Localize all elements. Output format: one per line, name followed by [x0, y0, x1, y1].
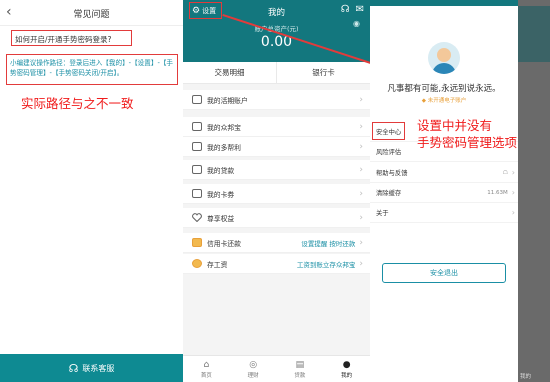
user-icon: ●: [342, 360, 351, 370]
chevron-right-icon: ›: [511, 208, 515, 217]
nav-wealth[interactable]: ◎ 理财: [230, 356, 277, 382]
faq-question[interactable]: 如何开启/开通手势密码登录?: [11, 30, 132, 46]
wallet-icon: [192, 95, 202, 104]
row-label: 存工资: [207, 260, 228, 269]
avatar[interactable]: [428, 42, 460, 74]
gift-icon: [192, 189, 202, 198]
home-icon: ⌂: [203, 360, 210, 370]
menu-row-loans[interactable]: 我的贷款 ›: [183, 160, 370, 180]
customer-service-label: 联系客服: [82, 363, 115, 373]
settings-drawer: 凡事都有可能,永远别说永远。 ◆ 未开通电子账户 安全中心 风险评估 帮助与反馈…: [370, 0, 518, 382]
faq-topbar: ‹ 常见问题: [0, 0, 183, 26]
chevron-right-icon: ›: [511, 168, 515, 177]
menu-row-coupons[interactable]: 我的卡券 ›: [183, 184, 370, 204]
chevron-right-icon: ›: [359, 212, 363, 223]
menu-row-current-account[interactable]: 我的活期账户 ›: [183, 90, 370, 110]
coin-icon: [192, 259, 202, 268]
headset-icon[interactable]: ☊: [341, 4, 350, 15]
item-label: 风险评估: [376, 149, 402, 156]
chevron-right-icon: ›: [359, 121, 363, 132]
treasure-icon: [192, 122, 202, 131]
nav-label: 首页: [200, 373, 212, 379]
chevron-right-icon: ›: [511, 188, 515, 197]
settings-panel: 我的 凡事都有可能,永远别说永远。 ◆ 未开通电子账户 安全中心 风险评估 帮助…: [370, 0, 550, 382]
row-label: 我的卡券: [207, 190, 235, 199]
menu-row-zhongbangbao[interactable]: 我的众邦宝 ›: [183, 117, 370, 137]
nav-home[interactable]: ⌂ 首页: [183, 356, 230, 382]
header-icons: ☊ ✉: [341, 4, 364, 15]
row-label: 我的众邦宝: [207, 123, 241, 132]
annotation-no-gesture-option: 设置中并没有 手势密码管理选项: [417, 118, 518, 150]
settings-item-clear-cache[interactable]: 清除缓存 11.63M ›: [370, 183, 518, 203]
settings-item-help-feedback[interactable]: 帮助与反馈 ☖ ›: [370, 163, 518, 183]
chevron-right-icon: ›: [359, 164, 363, 175]
nav-mine[interactable]: ● 我的: [323, 356, 370, 382]
customer-service-button[interactable]: ☊ 联系客服: [0, 354, 183, 382]
account-status-link[interactable]: ◆ 未开通电子账户: [370, 96, 518, 104]
menu-row-credit-card-repay[interactable]: 信用卡还款 设置提醒 按时还款 ›: [183, 233, 370, 253]
credit-card-icon: [192, 238, 202, 247]
menu-row-privileges[interactable]: 尊享权益 ›: [183, 208, 370, 228]
row-label: 我的活期账户: [207, 96, 248, 105]
faq-title: 常见问题: [73, 10, 110, 20]
settings-item-about[interactable]: 关于 ›: [370, 203, 518, 223]
chevron-right-icon: ›: [359, 258, 363, 269]
mine-panel: ⚙ 设置 我的 ☊ ✉ 账户总资产(元) ◉ 0.00 交易明细 银行卡 我的活…: [183, 0, 370, 382]
faq-answer: 小编建议操作路径：登录后进入【我的】-【设置】-【手势密码管理】-【手势密码关闭…: [6, 54, 178, 85]
account-tabs: 交易明细 银行卡: [183, 62, 370, 84]
cache-size: 11.63M: [487, 189, 508, 196]
chevron-right-icon: ›: [359, 94, 363, 105]
tab-transactions[interactable]: 交易明细: [183, 62, 276, 83]
row-extra: 设置提醒 按时还款: [301, 239, 356, 248]
chart-icon: [192, 142, 202, 151]
eye-icon[interactable]: ◉: [353, 19, 360, 28]
nav-label: 贷款: [294, 373, 306, 379]
row-extra: 工资到账立存众邦宝: [296, 260, 356, 269]
row-label: 信用卡还款: [207, 239, 241, 248]
faq-panel: ‹ 常见问题 如何开启/开通手势密码登录? 小编建议操作路径：登录后进入【我的】…: [0, 0, 183, 382]
nav-label: 理财: [247, 373, 259, 379]
row-label: 尊享权益: [207, 214, 235, 223]
nav-loans[interactable]: ▤ 贷款: [277, 356, 324, 382]
chevron-right-icon: ›: [359, 237, 363, 248]
message-icon[interactable]: ✉: [356, 4, 364, 15]
annotation-highlight-box: [372, 122, 405, 140]
wealth-icon: ◎: [249, 360, 258, 370]
loan-icon: ▤: [295, 360, 305, 370]
bottom-nav: ⌂ 首页 ◎ 理财 ▤ 贷款 ● 我的: [183, 355, 370, 382]
item-label: 关于: [376, 210, 389, 217]
dimmed-background[interactable]: 我的: [518, 0, 550, 382]
item-label: 帮助与反馈: [376, 170, 408, 177]
nav-label: 我的: [341, 373, 353, 379]
logout-button[interactable]: 安全退出: [382, 263, 506, 283]
service-icon: ☖: [502, 169, 508, 176]
tab-bank-cards[interactable]: 银行卡: [276, 62, 370, 83]
menu-row-deposit-salary[interactable]: 存工资 工资到账立存众邦宝 ›: [183, 254, 370, 274]
document-icon: [192, 165, 202, 174]
row-label: 我的多帮利: [207, 143, 241, 152]
item-label: 清除缓存: [376, 190, 402, 197]
asset-value: 0.00: [260, 34, 293, 50]
annotation-path-mismatch: 实际路径与之不一致: [21, 96, 134, 111]
headset-icon: ☊: [68, 361, 79, 375]
chevron-right-icon: ›: [359, 141, 363, 152]
user-motto: 凡事都有可能,永远别说永远。: [387, 84, 501, 94]
dimmed-nav-label: 我的: [520, 374, 532, 380]
chevron-right-icon: ›: [359, 188, 363, 199]
row-label: 我的贷款: [207, 166, 235, 175]
heart-icon: [192, 213, 202, 223]
menu-row-duobangli[interactable]: 我的多帮利 ›: [183, 137, 370, 157]
